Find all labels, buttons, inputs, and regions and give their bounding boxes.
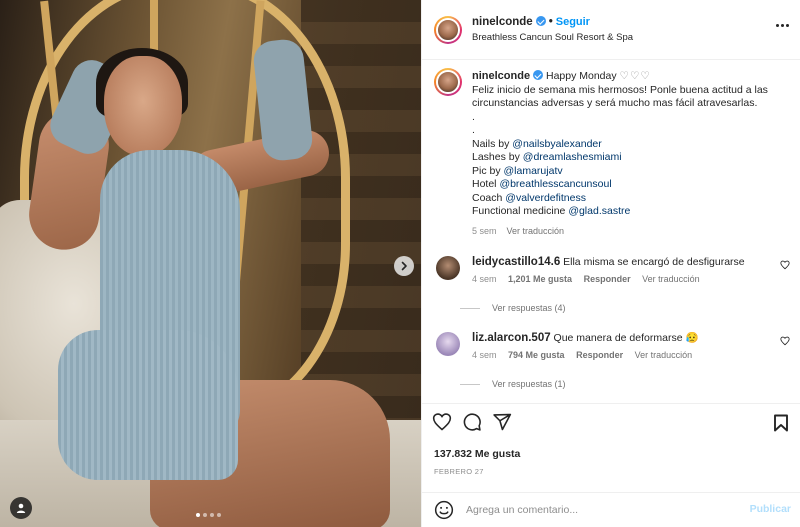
heart-icon: [780, 260, 790, 270]
verified-icon: [535, 16, 546, 26]
carousel-dot: [210, 513, 214, 517]
replies-label: Ver respuestas (4): [492, 303, 566, 313]
credit-line: Hotel @breathlesscancunsoul: [472, 178, 612, 190]
commenter-avatar[interactable]: [436, 256, 460, 280]
comment-input[interactable]: [466, 501, 736, 519]
user-icon: [16, 503, 26, 513]
credit-line: Lashes by @dreamlashesmiami: [472, 151, 622, 163]
author-username[interactable]: ninelconde: [472, 16, 533, 28]
caption-dot: .: [472, 124, 475, 136]
author-header: ninelconde • Seguir: [472, 16, 590, 28]
translate-button[interactable]: Ver traducción: [642, 274, 700, 284]
carousel-dot: [217, 513, 221, 517]
comment-like-button[interactable]: [780, 260, 790, 273]
paper-plane-icon: [493, 413, 512, 431]
caption-dot: .: [472, 110, 475, 123]
comment-body: Ella misma se encargó de desfigurarse: [563, 256, 745, 268]
commenter-avatar[interactable]: [436, 332, 460, 356]
comment-text: leidycastillo14.6 Ella misma se encargó …: [472, 256, 772, 269]
comment-time: 4 sem: [472, 274, 497, 284]
tagged-users-button[interactable]: [10, 497, 32, 519]
reply-button[interactable]: Responder: [576, 350, 623, 360]
smiley-icon: [434, 500, 454, 520]
comment-like-button[interactable]: [780, 336, 790, 349]
commenter-username[interactable]: leidycastillo14.6: [472, 256, 560, 268]
carousel-dot: [203, 513, 207, 517]
credit-line: Pic by @lamarujatv: [472, 164, 563, 177]
heart-icon: [780, 336, 790, 346]
reply-button[interactable]: Responder: [584, 274, 631, 284]
mention-link[interactable]: @nailsbyalexander: [512, 138, 601, 150]
credit-line: Nails by @nailsbyalexander: [472, 137, 602, 150]
next-image-button[interactable]: [394, 256, 414, 276]
comment-composer: Publicar: [422, 492, 800, 527]
more-icon: [776, 24, 779, 27]
like-button[interactable]: [432, 412, 452, 435]
caption-username[interactable]: ninelconde: [472, 70, 530, 82]
post-date: FEBRERO 27: [434, 467, 484, 476]
comment-likes[interactable]: 794 Me gusta: [508, 350, 565, 360]
commenter-username[interactable]: liz.alarcon.507: [472, 332, 551, 344]
comment-icon: [463, 413, 481, 431]
save-button[interactable]: [773, 414, 789, 435]
replies-label: Ver respuestas (1): [492, 379, 566, 389]
comment-likes[interactable]: 1,201 Me gusta: [508, 274, 572, 284]
instagram-post: ninelconde • Seguir Breathless Cancun Soul…: [0, 0, 800, 527]
bookmark-icon: [774, 414, 788, 432]
caption-meta: 5 sem Ver traducción: [472, 225, 794, 239]
comment-body: Que manera de deformarse 😥: [553, 332, 699, 344]
mention-link[interactable]: @dreamlashesmiami: [523, 151, 622, 163]
translate-button[interactable]: Ver traducción: [507, 226, 565, 236]
post-header: ninelconde • Seguir Breathless Cancun Soul…: [422, 0, 800, 60]
post-media[interactable]: [0, 0, 421, 527]
heart-icon: [432, 413, 452, 431]
hearts-emoji: ♡♡♡: [619, 70, 651, 82]
view-replies-button[interactable]: Ver respuestas (1): [460, 379, 566, 389]
comment-text: liz.alarcon.507 Que manera de deformarse…: [472, 332, 772, 345]
caption-text: Feliz inicio de semana mis hermosos! Pon…: [472, 83, 768, 110]
separator-dot: •: [548, 16, 553, 28]
figure-head: [104, 56, 182, 156]
caption-title: Happy Monday: [545, 70, 617, 82]
mention-link[interactable]: @lamarujatv: [504, 165, 563, 177]
comment-button[interactable]: [462, 412, 482, 435]
knit-skirt: [58, 330, 238, 480]
verified-icon: [533, 70, 544, 80]
mention-link[interactable]: @glad.sastre: [568, 205, 630, 217]
likes-count[interactable]: 137.832 Me gusta: [434, 448, 520, 460]
credit-line: Functional medicine @glad.sastre: [472, 205, 631, 217]
replies-divider: [460, 383, 480, 385]
mention-link[interactable]: @valverdefitness: [505, 192, 586, 204]
caption-body: ninelconde Happy Monday ♡♡♡ Feliz inicio…: [472, 70, 794, 238]
share-button[interactable]: [492, 412, 512, 435]
follow-button[interactable]: Seguir: [556, 16, 590, 28]
carousel-indicator: [196, 513, 221, 517]
carousel-dot: [196, 513, 200, 517]
author-avatar[interactable]: [434, 16, 462, 44]
post-actions: 137.832 Me gusta FEBRERO 27: [422, 403, 800, 493]
translate-button[interactable]: Ver traducción: [635, 350, 693, 360]
comments-scroll-area[interactable]: ninelconde Happy Monday ♡♡♡ Feliz inicio…: [422, 60, 800, 403]
comment-meta: 4 sem 1,201 Me gusta Responder Ver tradu…: [472, 274, 709, 284]
caption-avatar[interactable]: [434, 68, 462, 96]
post-location[interactable]: Breathless Cancun Soul Resort & Spa: [472, 32, 633, 43]
comment-meta: 4 sem 794 Me gusta Responder Ver traducc…: [472, 350, 701, 360]
more-options-button[interactable]: [776, 24, 789, 27]
credit-line: Coach @valverdefitness: [472, 191, 586, 204]
mention-link[interactable]: @breathlesscancunsoul: [499, 178, 611, 190]
chevron-right-icon: [401, 261, 407, 271]
replies-divider: [460, 307, 480, 309]
comment-time: 4 sem: [472, 350, 497, 360]
post-details: ninelconde • Seguir Breathless Cancun Soul…: [421, 0, 800, 527]
emoji-button[interactable]: [434, 500, 454, 523]
caption-time: 5 sem: [472, 225, 497, 236]
view-replies-button[interactable]: Ver respuestas (4): [460, 303, 566, 313]
action-icons: [432, 412, 512, 435]
publish-button[interactable]: Publicar: [750, 503, 791, 515]
